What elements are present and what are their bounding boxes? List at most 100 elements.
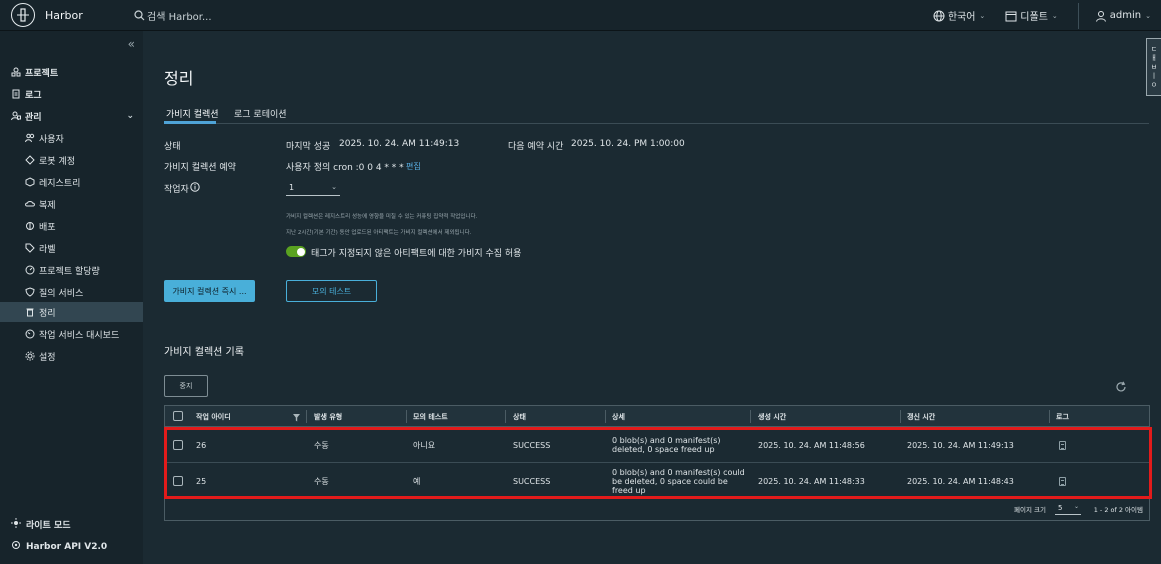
chevron-down-icon: ⌄ — [979, 11, 986, 20]
page-size-select[interactable]: 5 ⌄ — [1055, 502, 1081, 515]
theme-selector[interactable]: 디폴트 ⌄ — [995, 8, 1067, 23]
column-divider — [900, 410, 901, 423]
refresh-icon[interactable] — [1115, 381, 1127, 396]
sidebar-item-labels[interactable]: 라벨 — [0, 238, 143, 258]
replication-icon — [25, 199, 35, 209]
column-header-job-id[interactable]: 작업 아이디 — [196, 412, 231, 422]
dashboard-icon — [25, 329, 35, 339]
sidebar-item-job-service-dashboard[interactable]: 작업 서비스 대시보드 — [0, 324, 143, 344]
page-size-label: 페이지 크기 — [1014, 506, 1046, 514]
log-file-icon[interactable] — [1059, 441, 1066, 450]
admin-icon — [11, 111, 21, 121]
column-header-status[interactable]: 상태 — [513, 412, 526, 422]
column-header-details[interactable]: 상세 — [612, 412, 625, 422]
sidebar-item-label: 사용자 — [39, 134, 64, 145]
sidebar-item-replication[interactable]: 복제 — [0, 194, 143, 214]
sidebar-item-clean-up[interactable]: 정리 — [0, 302, 143, 322]
next-schedule-value: 2025. 10. 24. PM 1:00:00 — [571, 139, 685, 149]
column-header-trigger[interactable]: 발생 유형 — [314, 412, 342, 422]
gc-note-excluded: 지난 2시간(기본 기간) 동안 업로드된 아티팩트는 가비지 컬렉션에서 제외… — [286, 230, 472, 236]
api-icon — [11, 540, 21, 553]
side-tab-char: ㅣ — [1150, 71, 1158, 80]
table-header: 작업 아이디 발생 유형 모의 테스트 상태 상세 생성 시간 갱신 시간 로그 — [165, 406, 1149, 427]
cell-dry-run: 예 — [413, 477, 421, 486]
search-input[interactable]: 검색 Harbor... — [147, 8, 212, 23]
chevron-down-icon: ⌄ — [331, 183, 337, 191]
stop-button[interactable]: 중지 — [164, 375, 208, 397]
cell-status: SUCCESS — [513, 441, 551, 450]
users-icon — [25, 133, 35, 143]
side-tab-char: ㅇ — [1150, 80, 1158, 89]
distribution-icon — [25, 221, 35, 231]
brand[interactable]: Harbor — [0, 3, 128, 27]
cell-details-line2: deleted, 0 space freed up — [612, 445, 715, 454]
column-header-logs[interactable]: 로그 — [1056, 412, 1069, 422]
edit-schedule-link[interactable]: 편집 — [406, 161, 421, 172]
user-menu[interactable]: admin ⌄ — [1085, 10, 1161, 22]
column-header-update-time[interactable]: 갱신 시간 — [907, 412, 935, 422]
row-checkbox[interactable] — [173, 476, 183, 486]
gc-note-performance: 가비지 컬렉션은 레지스트리 성능에 영향을 미칠 수 있는 커퓨팅 집약적 작… — [286, 214, 478, 220]
last-success-value: 2025. 10. 24. AM 11:49:13 — [339, 139, 460, 149]
sidebar-item-interrogation-services[interactable]: 질의 서비스 — [0, 282, 143, 302]
user-icon — [1095, 10, 1106, 22]
dry-run-button[interactable]: 모의 테스트 — [286, 280, 377, 302]
sidebar-item-label: 배포 — [39, 222, 56, 233]
workers-select[interactable]: 1 ⌄ — [286, 180, 340, 196]
sidebar-item-configuration[interactable]: 설정 — [0, 346, 143, 366]
column-divider — [1049, 410, 1050, 423]
sidebar-item-label: 복제 — [39, 200, 56, 211]
info-icon[interactable] — [190, 182, 200, 195]
sidebar-item-registries[interactable]: 레지스트리 — [0, 172, 143, 192]
shield-icon — [25, 287, 35, 297]
status-label: 상태 — [164, 142, 181, 152]
sidebar-item-label: 설정 — [39, 352, 56, 363]
sidebar-item-distribution[interactable]: 배포 — [0, 216, 143, 236]
sidebar-item-robot-accounts[interactable]: 로봇 계정 — [0, 150, 143, 170]
table-row[interactable]: 26 수동 아니요 SUCCESS 0 blob(s) and 0 manife… — [165, 428, 1149, 463]
column-header-creation-time[interactable]: 생성 시간 — [758, 412, 786, 422]
header-divider — [1077, 2, 1079, 29]
sidebar-item-logs[interactable]: 로그 — [0, 84, 143, 104]
table-row[interactable]: 25 수동 예 SUCCESS 0 blob(s) and 0 manifest… — [165, 463, 1149, 498]
side-event-tab[interactable]: ㄷ ㅐ ㅂ ㅣ ㅇ — [1146, 38, 1161, 96]
select-all-checkbox[interactable] — [173, 411, 183, 421]
cell-status: SUCCESS — [513, 477, 551, 486]
cell-trigger: 수동 — [314, 441, 329, 450]
sun-icon — [11, 518, 21, 531]
chevron-down-icon: ⌄ — [1073, 503, 1079, 510]
harbor-api-label: Harbor API V2.0 — [26, 541, 108, 552]
language-selector[interactable]: 한국어 ⌄ — [923, 8, 995, 23]
collapse-sidebar-icon[interactable]: « — [128, 37, 135, 51]
last-success-label: 마지막 성공 — [286, 142, 331, 152]
untagged-artifacts-toggle[interactable] — [286, 246, 306, 257]
gc-now-button[interactable]: 가비지 컬렉션 즉시 ... — [164, 280, 255, 302]
language-label: 한국어 — [947, 12, 976, 23]
cell-trigger: 수동 — [314, 477, 329, 486]
sidebar-item-project-quotas[interactable]: 프로젝트 할당량 — [0, 260, 143, 280]
column-divider — [505, 410, 506, 423]
light-mode-toggle[interactable]: 라이트 모드 — [11, 518, 71, 531]
column-divider — [306, 410, 307, 423]
filter-icon[interactable] — [293, 412, 300, 425]
global-search[interactable]: 검색 Harbor... — [134, 8, 212, 23]
tab-garbage-collection[interactable]: 가비지 컬렉션 — [166, 107, 219, 120]
sidebar-item-projects[interactable]: 프로젝트 — [0, 62, 143, 82]
gear-icon — [25, 351, 35, 361]
harbor-api-link[interactable]: Harbor API V2.0 — [11, 540, 107, 553]
search-icon — [134, 9, 145, 20]
sidebar-item-users[interactable]: 사용자 — [0, 128, 143, 148]
sidebar: « 프로젝트 로그 관리 ⌄ 사용자 로봇 계정 레지스트리 복제 배포 라벨 … — [0, 31, 143, 564]
chevron-down-icon: ⌄ — [1145, 11, 1151, 20]
log-file-icon[interactable] — [1059, 477, 1066, 486]
sidebar-item-label: 관리 — [25, 112, 42, 123]
sidebar-item-label: 정리 — [39, 308, 56, 319]
tab-log-rotation[interactable]: 로그 로테이션 — [234, 107, 287, 120]
next-schedule-label: 다음 예약 시간 — [508, 142, 564, 152]
table-footer: 페이지 크기 5 ⌄ 1 - 2 of 2 아이템 — [165, 494, 1149, 520]
user-name: admin — [1109, 10, 1142, 21]
column-header-dry-run[interactable]: 모의 테스트 — [413, 412, 448, 422]
row-checkbox[interactable] — [173, 440, 183, 450]
chevron-down-icon: ⌄ — [1051, 11, 1058, 20]
sidebar-item-admin[interactable]: 관리 ⌄ — [0, 106, 143, 126]
